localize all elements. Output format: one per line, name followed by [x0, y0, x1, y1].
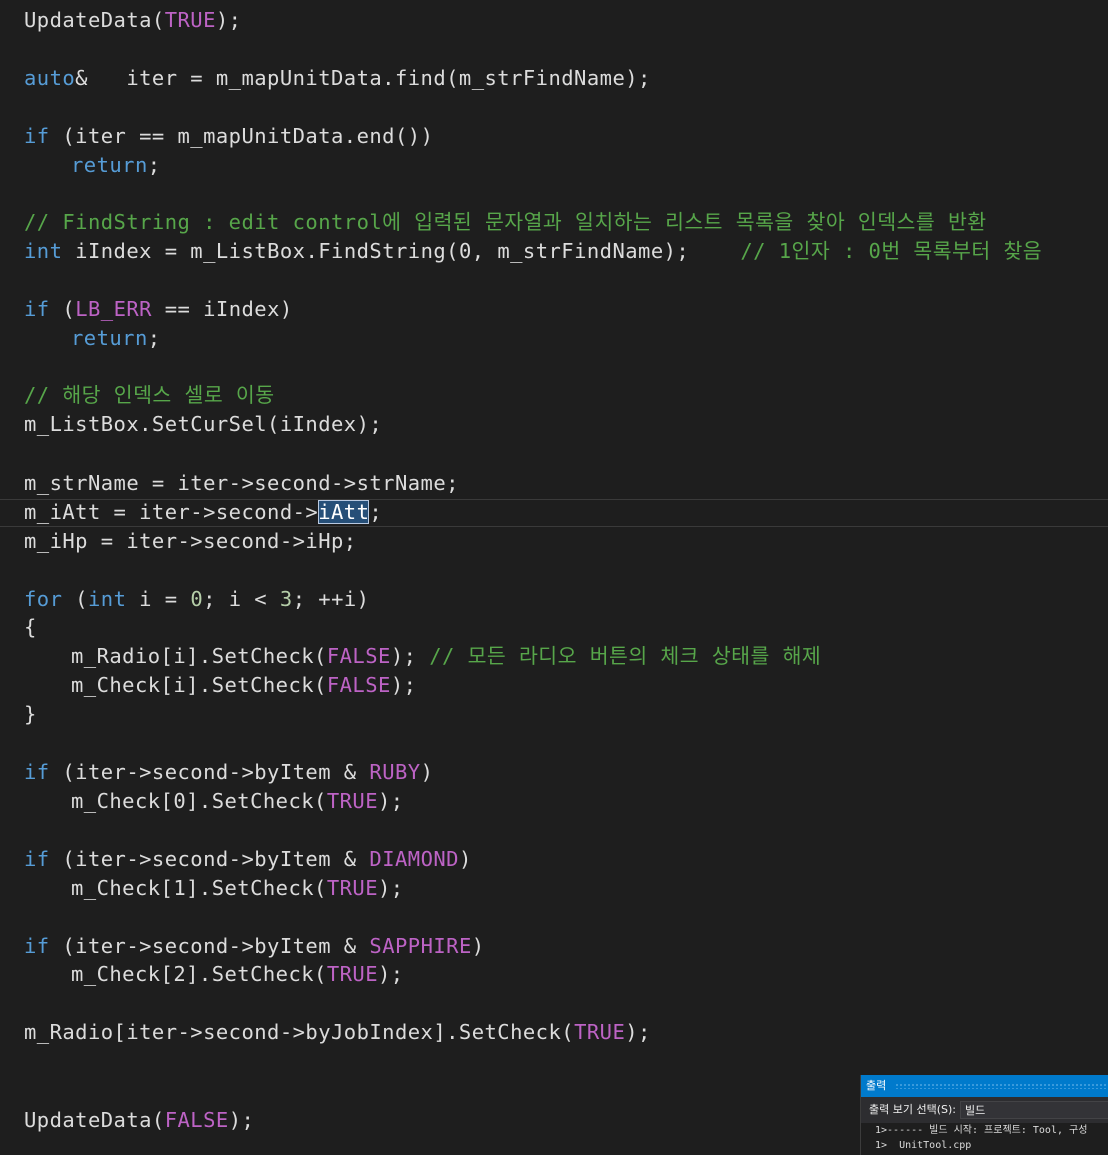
code-line[interactable]: auto& iter = m_mapUnitData.find(m_strFin… — [24, 64, 651, 93]
code-line[interactable]: return; — [24, 324, 161, 353]
show-output-from-label: 출력 보기 선택(S): — [869, 1103, 956, 1116]
code-line[interactable]: UpdateData(TRUE); — [24, 6, 241, 35]
code-line[interactable]: for (int i = 0; i < 3; ++i) — [24, 585, 369, 614]
code-line[interactable]: m_iHp = iter->second->iHp; — [24, 527, 357, 556]
code-line[interactable]: m_iAtt = iter->second->iAtt; — [24, 498, 382, 527]
selected-text[interactable]: iAtt — [318, 500, 370, 524]
show-output-from-dropdown[interactable]: 빌드 — [959, 1101, 1108, 1119]
code-line[interactable]: m_Check[1].SetCheck(TRUE); — [24, 874, 404, 903]
code-editor[interactable]: UpdateData(TRUE); auto& iter = m_mapUnit… — [0, 0, 1108, 1155]
title-bar-grip — [895, 1083, 1108, 1089]
output-panel[interactable]: 출력 출력 보기 선택(S): 빌드 1>------ 빌드 시작: 프로젝트: … — [860, 1075, 1108, 1155]
code-line[interactable]: if (LB_ERR == iIndex) — [24, 295, 293, 324]
code-comment-line[interactable]: // 해당 인덱스 셀로 이동 — [24, 381, 275, 410]
output-text-area[interactable]: 1>------ 빌드 시작: 프로젝트: Tool, 구성 1> UnitTo… — [861, 1123, 1108, 1153]
code-line[interactable]: m_Radio[iter->second->byJobIndex].SetChe… — [24, 1018, 651, 1047]
code-line[interactable]: UpdateData(FALSE); — [24, 1106, 254, 1135]
code-line[interactable]: m_ListBox.SetCurSel(iIndex); — [24, 410, 382, 439]
code-line[interactable]: if (iter->second->byItem & SAPPHIRE) — [24, 932, 485, 961]
code-line[interactable]: m_Check[2].SetCheck(TRUE); — [24, 960, 404, 989]
code-line[interactable]: int iIndex = m_ListBox.FindString(0, m_s… — [24, 237, 1042, 266]
code-line[interactable]: { — [24, 613, 37, 642]
output-line: 1> UnitTool.cpp — [875, 1140, 972, 1151]
code-line[interactable]: m_Radio[i].SetCheck(FALSE); // 모든 라디오 버튼… — [24, 642, 821, 671]
code-line[interactable]: if (iter->second->byItem & RUBY) — [24, 758, 433, 787]
code-line[interactable]: m_Check[i].SetCheck(FALSE); — [24, 671, 416, 700]
code-line[interactable]: m_strName = iter->second->strName; — [24, 469, 459, 498]
code-line[interactable]: m_Check[0].SetCheck(TRUE); — [24, 787, 404, 816]
code-line[interactable]: if (iter->second->byItem & DIAMOND) — [24, 845, 472, 874]
output-line: 1>------ 빌드 시작: 프로젝트: Tool, 구성 — [875, 1125, 1088, 1136]
code-comment-line[interactable]: // FindString : edit control에 입력된 문자열과 일… — [24, 208, 987, 237]
code-line[interactable]: return; — [24, 151, 161, 180]
code-line[interactable]: } — [24, 700, 37, 729]
output-toolbar: 출력 보기 선택(S): 빌드 — [861, 1097, 1108, 1123]
code-line[interactable]: if (iter == m_mapUnitData.end()) — [24, 122, 433, 151]
output-panel-title: 출력 — [866, 1079, 887, 1092]
output-panel-title-bar[interactable]: 출력 — [861, 1075, 1108, 1097]
